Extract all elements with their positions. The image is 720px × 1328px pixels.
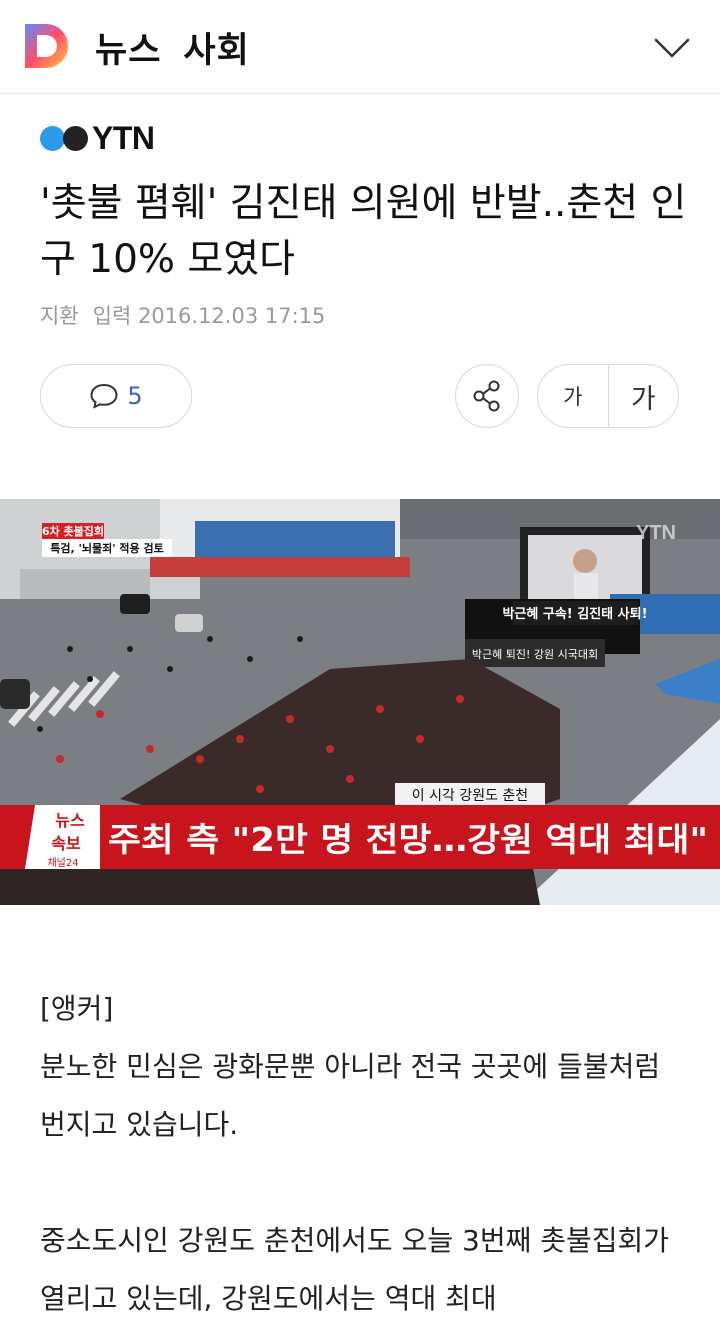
stage-banner: 박근혜 구속! 김진태 사퇴! — [502, 606, 647, 622]
badge-line2: 특검, '뇌물죄' 적용 검토 — [50, 541, 163, 555]
badge-line1: 6차 촛불집회 — [42, 524, 104, 538]
paragraph: 중소도시인 강원도 춘천에서도 오늘 3번째 촛불집회가 열리고 있는데, 강원… — [40, 1224, 670, 1315]
breaking-label-2: 속보 — [51, 834, 81, 853]
font-decrease-button[interactable]: 가 — [538, 381, 608, 411]
channel-label: 채널24 — [47, 857, 78, 869]
ytn-watermark: YTN — [636, 522, 676, 544]
press-logo[interactable]: YTN — [40, 118, 155, 158]
subsection-label: 사회 — [183, 31, 250, 71]
article-author: 지환 — [40, 304, 79, 328]
article-headline: '촛불 폄훼' 김진태 의원에 반발..춘천 인구 10% 모였다 — [40, 181, 687, 282]
ytn-black-dot-icon — [63, 125, 88, 151]
ytn-blue-dot-icon — [40, 125, 65, 151]
stage-banner-2: 박근혜 퇴진! 강원 시국대회 — [472, 648, 598, 661]
breaking-label-1: 뉴스 — [55, 811, 85, 830]
font-size-controls: 가 가 — [537, 364, 679, 428]
paragraph-anchor-tag: [앵커] — [40, 992, 114, 1025]
comment-count: 5 — [127, 382, 143, 410]
chevron-down-icon[interactable] — [652, 28, 692, 68]
comment-button[interactable]: 5 — [40, 364, 192, 428]
top-bar: 뉴스 사회 — [0, 0, 720, 94]
article-date: 입력 2016.12.03 17:15 — [92, 304, 326, 328]
daum-logo[interactable] — [22, 21, 72, 71]
location-caption: 이 시각 강원도 춘천 — [412, 788, 528, 804]
paragraph: 분노한 민심은 광화문뿐 아니라 전국 곳곳에 들불처럼 번지고 있습니다. — [40, 1050, 661, 1141]
rally-scene-image: 박근혜 구속! 김진태 사퇴! 박근혜 퇴진! 강원 시국대회 6차 촛불집회 … — [0, 499, 720, 905]
press-name: YTN — [92, 119, 155, 156]
speech-bubble-icon — [90, 383, 118, 409]
share-icon — [473, 380, 500, 412]
article-body: [앵커] 분노한 민심은 광화문뿐 아니라 전국 곳곳에 들불처럼 번지고 있습… — [40, 980, 690, 1328]
section-title[interactable]: 뉴스 사회 — [95, 22, 250, 73]
share-button[interactable] — [455, 364, 519, 428]
article-photo[interactable]: 박근혜 구속! 김진태 사퇴! 박근혜 퇴진! 강원 시국대회 6차 촛불집회 … — [0, 499, 720, 905]
font-increase-button[interactable]: 가 — [609, 377, 679, 416]
ticker-headline: 주최 측 "2만 명 전망…강원 역대 최대" — [108, 820, 708, 859]
section-label: 뉴스 — [95, 31, 162, 71]
article-meta: 지환 입력 2016.12.03 17:15 — [40, 300, 325, 330]
